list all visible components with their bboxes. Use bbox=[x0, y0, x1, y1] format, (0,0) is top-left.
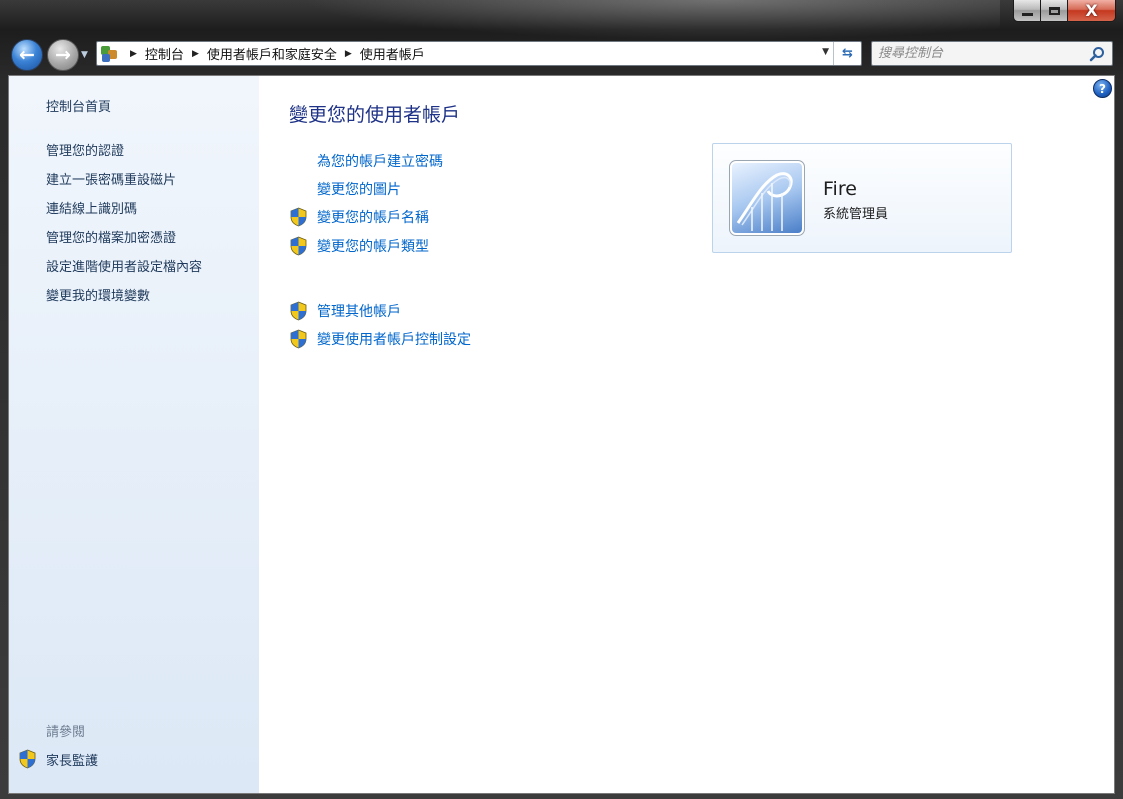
refresh-button[interactable]: ⇆ bbox=[833, 42, 861, 65]
shield-icon bbox=[290, 329, 307, 349]
help-icon: ? bbox=[1099, 81, 1106, 96]
shield-icon bbox=[290, 236, 307, 256]
control-panel-icon bbox=[100, 45, 118, 63]
shield-icon bbox=[290, 301, 307, 321]
shield-icon bbox=[290, 207, 307, 227]
recent-pages-dropdown[interactable]: ▼ bbox=[81, 50, 91, 60]
page-title: 變更您的使用者帳戶 bbox=[289, 104, 461, 126]
sidebar-item-link-online-ids[interactable]: 連結線上識別碼 bbox=[46, 198, 137, 217]
task-label[interactable]: 管理其他帳戶 bbox=[317, 301, 401, 321]
breadcrumb-separator-icon[interactable]: ▶ bbox=[345, 49, 352, 59]
user-name: Fire bbox=[823, 178, 857, 200]
search-input[interactable] bbox=[878, 44, 1078, 63]
control-panel-content: 控制台首頁 管理您的認證 建立一張密碼重設磁片 連結線上識別碼 管理您的檔案加密… bbox=[8, 75, 1115, 794]
task-uac-settings[interactable]: 變更使用者帳戶控制設定 bbox=[289, 328, 471, 350]
sidebar-item-manage-credentials[interactable]: 管理您的認證 bbox=[46, 140, 124, 159]
task-change-account-name[interactable]: 變更您的帳戶名稱 bbox=[289, 206, 429, 228]
caption-buttons: X bbox=[1013, 0, 1116, 24]
breadcrumb-item[interactable]: 控制台 bbox=[145, 44, 184, 63]
search-box[interactable] bbox=[871, 41, 1113, 66]
close-icon: X bbox=[1085, 0, 1098, 20]
task-label[interactable]: 為您的帳戶建立密碼 bbox=[317, 151, 443, 171]
breadcrumb-item[interactable]: 使用者帳戶和家庭安全 bbox=[207, 44, 337, 63]
forward-button[interactable]: → bbox=[47, 39, 79, 71]
close-button[interactable]: X bbox=[1068, 0, 1116, 22]
task-label[interactable]: 變更您的圖片 bbox=[317, 179, 401, 199]
maximize-icon bbox=[1048, 6, 1060, 15]
search-icon[interactable] bbox=[1089, 46, 1105, 62]
maximize-button[interactable] bbox=[1041, 0, 1068, 22]
back-arrow-icon: ← bbox=[19, 43, 35, 66]
task-pane: 控制台首頁 管理您的認證 建立一張密碼重設磁片 連結線上識別碼 管理您的檔案加密… bbox=[9, 76, 259, 793]
task-label[interactable]: 變更您的帳戶類型 bbox=[317, 236, 429, 256]
breadcrumb-item[interactable]: 使用者帳戶 bbox=[360, 44, 425, 63]
sidebar-item-parental-controls[interactable]: 家長監護 bbox=[46, 750, 98, 769]
sidebar-item-control-panel-home[interactable]: 控制台首頁 bbox=[46, 96, 111, 115]
breadcrumb-separator-icon[interactable]: ▶ bbox=[192, 49, 199, 59]
shield-icon bbox=[19, 749, 36, 769]
user-account-card: Fire 系統管理員 bbox=[712, 143, 1012, 253]
task-label[interactable]: 變更使用者帳戶控制設定 bbox=[317, 329, 471, 349]
breadcrumb-separator-icon[interactable]: ▶ bbox=[130, 49, 137, 59]
sidebar-item-file-encryption-certificates[interactable]: 管理您的檔案加密憑證 bbox=[46, 227, 176, 246]
task-create-password[interactable]: 為您的帳戶建立密碼 bbox=[289, 150, 443, 172]
refresh-icon: ⇆ bbox=[842, 46, 853, 61]
forward-arrow-icon: → bbox=[55, 43, 71, 66]
help-button[interactable]: ? bbox=[1093, 79, 1112, 98]
user-account-type: 系統管理員 bbox=[823, 207, 889, 222]
sidebar-item-environment-variables[interactable]: 變更我的環境變數 bbox=[46, 285, 150, 304]
roller-coaster-picture-icon bbox=[736, 172, 793, 231]
back-button[interactable]: ← bbox=[11, 39, 43, 71]
sidebar-item-password-reset-disk[interactable]: 建立一張密碼重設磁片 bbox=[46, 169, 176, 188]
task-label[interactable]: 變更您的帳戶名稱 bbox=[317, 207, 429, 227]
window-frame: X ← → ▼ ▶ 控制台 ▶ 使用者帳戶和家庭安全 ▶ 使用者帳戶 ▼ ⇆ 控… bbox=[0, 0, 1123, 799]
task-change-picture[interactable]: 變更您的圖片 bbox=[289, 178, 401, 200]
title-bar-glass bbox=[300, 0, 1000, 40]
task-manage-other-accounts[interactable]: 管理其他帳戶 bbox=[289, 300, 401, 322]
user-avatar[interactable] bbox=[729, 160, 805, 236]
minimize-button[interactable] bbox=[1013, 0, 1041, 22]
address-bar[interactable]: ▶ 控制台 ▶ 使用者帳戶和家庭安全 ▶ 使用者帳戶 ▼ ⇆ bbox=[96, 41, 862, 66]
address-dropdown-icon[interactable]: ▼ bbox=[822, 47, 829, 57]
see-also-heading: 請參閱 bbox=[46, 725, 86, 740]
minimize-icon bbox=[1021, 13, 1033, 16]
sidebar-item-advanced-profile-properties[interactable]: 設定進階使用者設定檔內容 bbox=[46, 256, 202, 275]
task-change-account-type[interactable]: 變更您的帳戶類型 bbox=[289, 235, 429, 257]
